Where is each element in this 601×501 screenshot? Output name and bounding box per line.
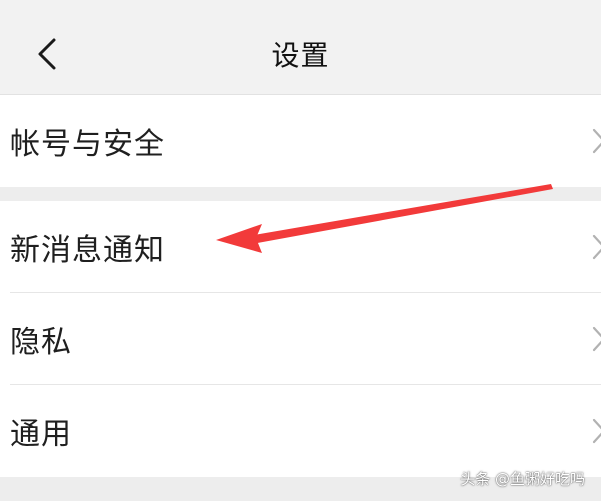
page-title: 设置 — [271, 39, 330, 72]
chevron-right-icon — [592, 418, 601, 444]
settings-item-new-message-notification[interactable]: 新消息通知 — [0, 201, 601, 293]
chevron-right-icon — [592, 234, 601, 260]
settings-item-general[interactable]: 通用 — [0, 385, 601, 477]
chevron-right-icon — [592, 128, 601, 154]
settings-item-account-security[interactable]: 帐号与安全 — [0, 95, 601, 187]
settings-item-label: 隐私 — [10, 325, 72, 360]
settings-item-privacy[interactable]: 隐私 — [0, 293, 601, 385]
settings-group-general: 新消息通知 隐私 通用 — [0, 201, 601, 477]
settings-item-label: 新消息通知 — [10, 233, 165, 268]
chevron-right-icon — [592, 326, 601, 352]
watermark-text: 头条 @鱼粥好吃吗 — [460, 470, 585, 488]
navigation-bar: 设置 — [0, 0, 601, 95]
settings-group-account: 帐号与安全 — [0, 95, 601, 187]
settings-item-label: 通用 — [10, 417, 72, 452]
settings-item-label: 帐号与安全 — [10, 127, 165, 162]
